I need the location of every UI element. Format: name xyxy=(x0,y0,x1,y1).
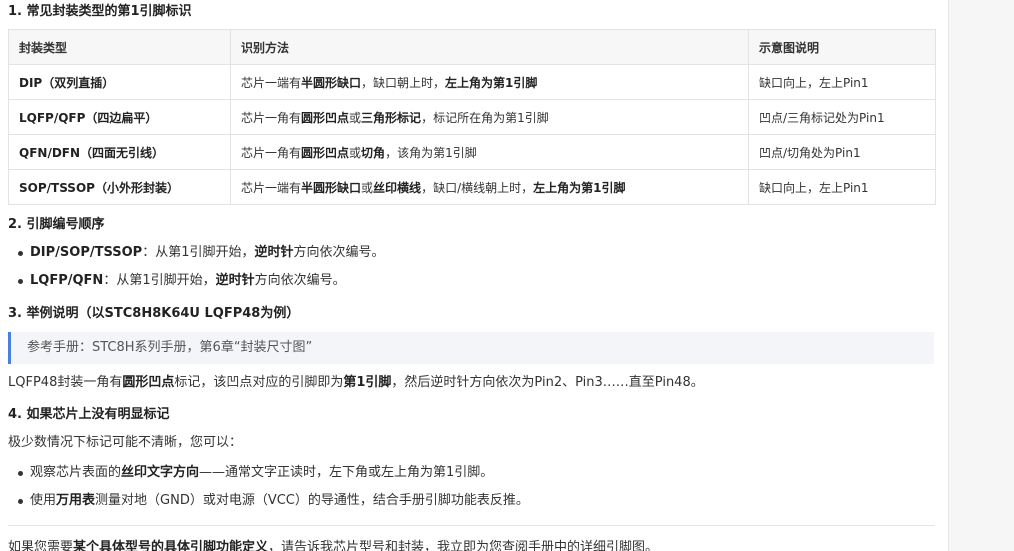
diagram-cell: 缺口向上，左上Pin1 xyxy=(748,169,936,205)
bullet-icon xyxy=(18,471,23,476)
document-body: 1. 常见封装类型的第1引脚标识 封装类型 识别方法 示意图说明 DIP（双列直… xyxy=(0,0,948,551)
table-row: LQFP/QFP（四边扁平） 芯片一角有圆形凹点或三角形标记，标记所在角为第1引… xyxy=(8,99,936,135)
divider xyxy=(8,525,935,526)
package-table: 封装类型 识别方法 示意图说明 DIP（双列直插） 芯片一端有半圆形缺口，缺口朝… xyxy=(8,29,936,205)
quote-text: 参考手册：STC8H系列手册，第6章“封装尺寸图” xyxy=(27,340,313,355)
list-item: 使用万用表测量对地（GND）或对电源（VCC）的导通性，结合手册引脚功能表反推。 xyxy=(8,487,928,515)
table-header-row: 封装类型 识别方法 示意图说明 xyxy=(8,29,936,65)
header-package-type: 封装类型 xyxy=(8,29,231,65)
section-2-heading: 2. 引脚编号顺序 xyxy=(8,217,105,232)
header-diagram: 示意图说明 xyxy=(748,29,936,65)
footer-paragraph: 如果您需要某个具体型号的具体引脚功能定义，请告诉我芯片型号和封装，我立即为您查阅… xyxy=(8,540,659,551)
reference-quote: 参考手册：STC8H系列手册，第6章“封装尺寸图” xyxy=(8,332,934,364)
section-3-heading: 3. 举例说明（以STC8H8K64U LQFP48为例） xyxy=(8,306,300,321)
numbering-list: DIP/SOP/TSSOP：从第1引脚开始，逆时针方向依次编号。 LQFP/QF… xyxy=(8,239,928,295)
side-panel xyxy=(948,0,1014,551)
bullet-icon xyxy=(18,251,23,256)
table-row: QFN/DFN（四面无引线） 芯片一角有圆形凹点或切角，该角为第1引脚 凹点/切… xyxy=(8,134,936,170)
package-type-cell: SOP/TSSOP（小外形封装） xyxy=(8,169,231,205)
diagram-cell: 凹点/切角处为Pin1 xyxy=(748,134,936,170)
section-1-heading: 1. 常见封装类型的第1引脚标识 xyxy=(8,4,192,19)
package-type-cell: QFN/DFN（四面无引线） xyxy=(8,134,231,170)
method-cell: 芯片一角有圆形凹点或三角形标记，标记所在角为第1引脚 xyxy=(230,99,749,135)
intro-paragraph: 极少数情况下标记可能不清晰，您可以： xyxy=(8,435,243,450)
diagram-cell: 缺口向上，左上Pin1 xyxy=(748,64,936,100)
list-item: DIP/SOP/TSSOP：从第1引脚开始，逆时针方向依次编号。 xyxy=(8,239,928,267)
bullet-icon xyxy=(18,499,23,504)
list-item: 观察芯片表面的丝印文字方向——通常文字正读时，左下角或左上角为第1引脚。 xyxy=(8,459,928,487)
example-paragraph: LQFP48封装一角有圆形凹点标记，该凹点对应的引脚即为第1引脚，然后逆时针方向… xyxy=(8,375,704,390)
package-type-cell: LQFP/QFP（四边扁平） xyxy=(8,99,231,135)
list-item: LQFP/QFN：从第1引脚开始，逆时针方向依次编号。 xyxy=(8,267,928,295)
method-cell: 芯片一角有圆形凹点或切角，该角为第1引脚 xyxy=(230,134,749,170)
diagram-cell: 凹点/三角标记处为Pin1 xyxy=(748,99,936,135)
bullet-icon xyxy=(18,279,23,284)
table-row: SOP/TSSOP（小外形封装） 芯片一端有半圆形缺口或丝印横线，缺口/横线朝上… xyxy=(8,169,936,205)
table-row: DIP（双列直插） 芯片一端有半圆形缺口，缺口朝上时，左上角为第1引脚 缺口向上… xyxy=(8,64,936,100)
method-cell: 芯片一端有半圆形缺口或丝印横线，缺口/横线朝上时，左上角为第1引脚 xyxy=(230,169,749,205)
package-type-cell: DIP（双列直插） xyxy=(8,64,231,100)
method-cell: 芯片一端有半圆形缺口，缺口朝上时，左上角为第1引脚 xyxy=(230,64,749,100)
header-method: 识别方法 xyxy=(230,29,749,65)
tips-list: 观察芯片表面的丝印文字方向——通常文字正读时，左下角或左上角为第1引脚。 使用万… xyxy=(8,459,928,515)
section-4-heading: 4. 如果芯片上没有明显标记 xyxy=(8,407,170,422)
